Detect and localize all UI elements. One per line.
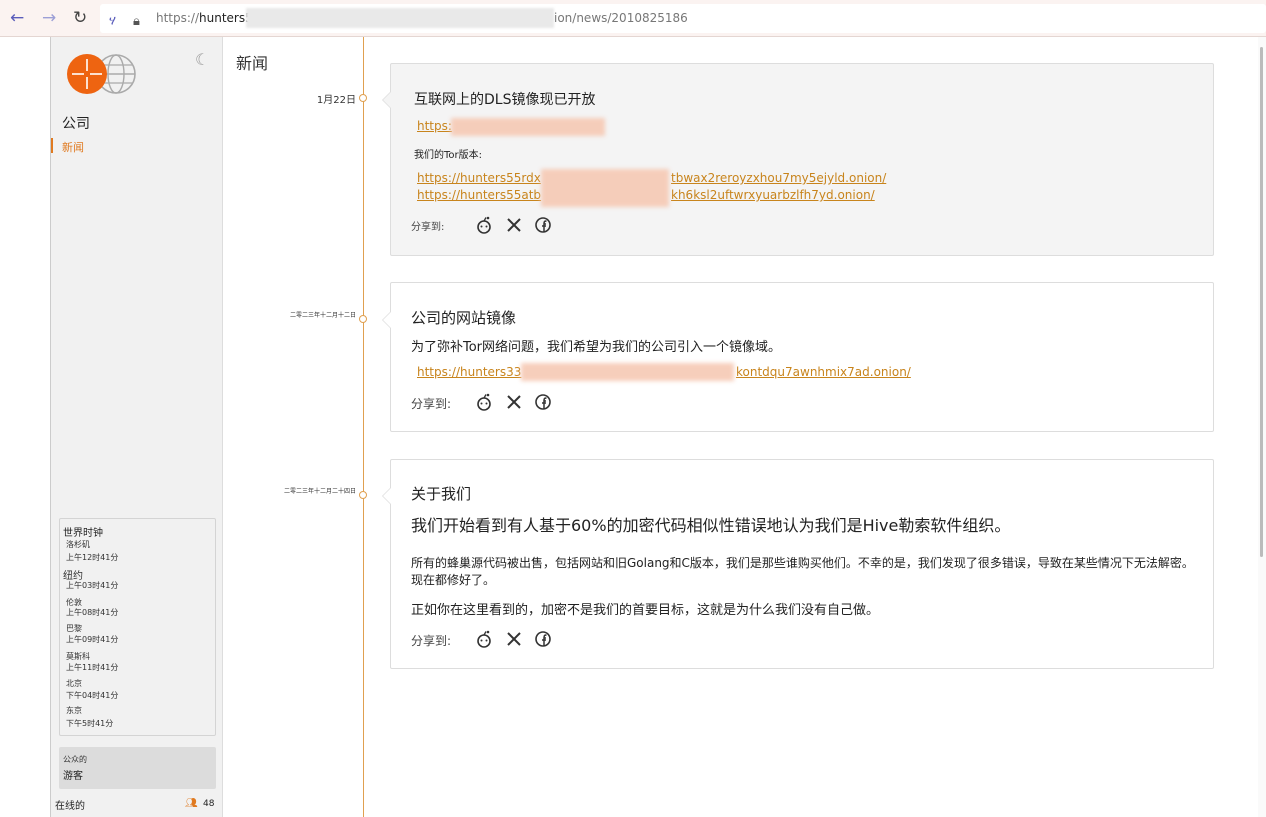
share-label: 分享到:	[411, 222, 445, 233]
scrollbar[interactable]	[1258, 37, 1266, 817]
post-text: 为了弥补Tor网络问题，我们希望为我们的公司引入一个镜像域。	[411, 340, 782, 355]
post-headline: 我们开始看到有人基于60%的加密代码相似性错误地认为我们是Hive勒索软件组织。	[411, 516, 1011, 535]
post-title[interactable]: 公司的网站镜像	[411, 307, 516, 328]
logo	[67, 54, 136, 94]
url-redacted	[246, 8, 554, 28]
news-card: 公司的网站镜像 为了弥补Tor网络问题，我们希望为我们的公司引入一个镜像域。 h…	[382, 282, 1214, 432]
tor-link-suffix[interactable]: kh6ksl2uftwrxyuarbzlfh7yd.onion/	[671, 188, 875, 202]
x-icon[interactable]	[505, 630, 523, 648]
tor-version-label: 我们的Tor版本:	[414, 150, 483, 161]
post-title[interactable]: 关于我们	[411, 483, 471, 504]
timeline-dot	[359, 94, 367, 102]
clock-time: 上午03时41分	[66, 581, 119, 590]
timeline-dot	[359, 491, 367, 499]
sidebar-item-company[interactable]: 公司	[62, 113, 90, 133]
post-paragraph: 正如你在这里看到的，加密不是我们的首要目标，这就是为什么我们没有自己做。	[411, 603, 880, 618]
news-card: 关于我们 我们开始看到有人基于60%的加密代码相似性错误地认为我们是Hive勒索…	[382, 459, 1214, 669]
clock-city: 东京	[66, 706, 82, 715]
clock-time: 上午11时41分	[66, 663, 119, 672]
post-date: 1月22日	[316, 95, 356, 106]
scrollbar-thumb[interactable]	[1260, 47, 1263, 557]
tor-link[interactable]: https://hunters55atb	[417, 188, 541, 202]
browser-toolbar: ← → ↻ ሃ 🔒︎ https://hunters55 ion/news/20…	[0, 0, 1266, 37]
visitor-box: 公众的 游客	[59, 747, 216, 789]
clock-time: 下午5时41分	[66, 719, 114, 728]
facebook-icon[interactable]	[534, 630, 552, 648]
post-date: 二零二三年十二月十二日	[289, 312, 356, 319]
dark-mode-toggle-icon[interactable]: ☾	[195, 50, 209, 69]
back-button[interactable]: ←	[10, 8, 24, 28]
share-label: 分享到:	[411, 634, 452, 648]
tor-link-suffix[interactable]: tbwax2reroyzxhou7my5ejyld.onion/	[671, 171, 886, 185]
clock-time: 下午04时41分	[66, 691, 119, 700]
redacted-link	[541, 169, 669, 207]
news-card: 互联网上的DLS镜像现已开放 https: 我们的Tor版本: https://…	[382, 63, 1214, 256]
redacted-link	[451, 118, 605, 136]
lock-icon[interactable]: 🔒︎	[133, 14, 140, 29]
mirror-link-suffix[interactable]: kontdqu7awnhmix7ad.onion/	[736, 365, 911, 379]
clock-time: 上午08时41分	[66, 608, 119, 617]
x-icon[interactable]	[505, 393, 523, 411]
post-title[interactable]: 互联网上的DLS镜像现已开放	[414, 89, 595, 109]
left-gutter	[0, 37, 50, 817]
post-paragraph: 所有的蜂巢源代码被出售，包括网站和旧Golang和C版本，我们是那些谁购买他们。…	[411, 556, 1194, 587]
share-bar: 分享到:	[411, 216, 611, 236]
sidebar: ☾ 公司 新闻 世界时钟 洛杉矶 上午12时41分 纽约 上午03时41分 伦敦…	[50, 37, 223, 817]
mirror-link[interactable]: https:	[417, 119, 452, 133]
mirror-link[interactable]: https://hunters33	[417, 365, 521, 379]
reddit-icon[interactable]	[475, 630, 493, 648]
reddit-icon[interactable]	[475, 393, 493, 411]
reload-button[interactable]: ↻	[73, 8, 87, 28]
card-pointer	[382, 311, 391, 329]
post-date: 二零二三年十二月二十四日	[283, 488, 356, 495]
clock-city: 洛杉矶	[66, 540, 90, 549]
card-pointer	[382, 91, 391, 109]
visitor-public-label: 公众的	[63, 755, 87, 764]
visitor-guest-label: 游客	[63, 771, 83, 782]
url-path: ion/news/2010825186	[554, 11, 688, 25]
sidebar-item-news[interactable]: 新闻	[62, 139, 84, 155]
redacted-link	[521, 363, 734, 381]
facebook-icon[interactable]	[534, 393, 552, 411]
share-bar: 分享到:	[411, 630, 611, 650]
facebook-icon[interactable]	[534, 216, 552, 234]
timeline-line	[363, 37, 364, 817]
tor-link[interactable]: https://hunters55rdx	[417, 171, 541, 185]
clock-city: 北京	[66, 679, 82, 688]
tor-circuit-icon[interactable]: ሃ	[109, 14, 116, 29]
world-clock-title: 世界时钟	[63, 528, 103, 539]
online-label: 在线的	[55, 801, 85, 812]
forward-button[interactable]: →	[42, 8, 56, 28]
clock-time: 上午12时41分	[66, 553, 119, 562]
reddit-icon[interactable]	[475, 216, 493, 234]
clock-city: 巴黎	[66, 624, 82, 633]
share-bar: 分享到:	[411, 393, 611, 413]
clock-city: 莫斯科	[66, 652, 90, 661]
users-icon: 👥︎	[185, 798, 198, 809]
card-pointer	[382, 487, 391, 505]
active-indicator	[51, 138, 53, 153]
url-text: https://hunters55	[156, 11, 261, 25]
world-clock: 世界时钟 洛杉矶 上午12时41分 纽约 上午03时41分 伦敦 上午08时41…	[59, 518, 216, 736]
page-title: 新闻	[236, 54, 269, 73]
timeline-dot	[359, 315, 367, 323]
x-icon[interactable]	[505, 216, 523, 234]
share-label: 分享到:	[411, 397, 452, 411]
online-count: 48	[203, 799, 215, 809]
clock-time: 上午09时41分	[66, 635, 119, 644]
